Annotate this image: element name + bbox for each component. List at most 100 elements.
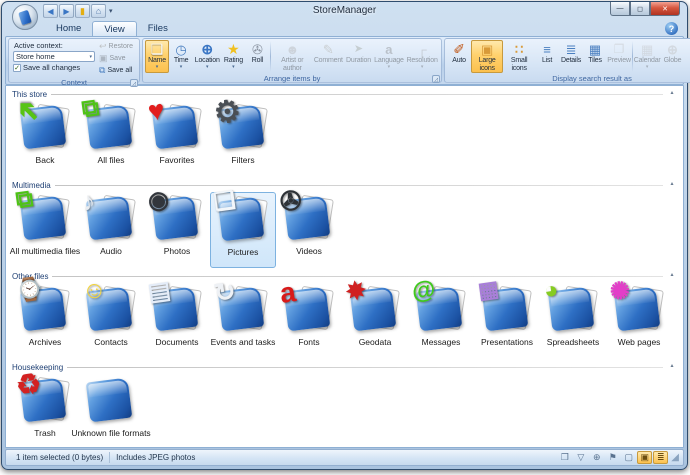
- item-label: Pictures: [228, 247, 259, 257]
- item-web-pages[interactable]: ✺Web pages: [606, 283, 672, 359]
- item-label: Presentations: [481, 337, 533, 347]
- item-filters[interactable]: ⚙Filters: [210, 101, 276, 177]
- maximize-button[interactable]: ◻: [630, 2, 650, 16]
- large-icons-button[interactable]: ▣Large icons: [471, 40, 503, 73]
- item-messages[interactable]: @Messages: [408, 283, 474, 359]
- duration-icon: ➤: [354, 42, 363, 57]
- section-collapse-icon[interactable]: ▴: [667, 272, 677, 280]
- dialog-launcher-icon[interactable]: [432, 75, 440, 83]
- minimize-button[interactable]: —: [610, 2, 630, 16]
- documents-folder-icon: ▤: [151, 286, 203, 334]
- item-geodata[interactable]: ✸Geodata: [342, 283, 408, 359]
- restore-icon: ↩: [99, 41, 107, 52]
- tag-cloud-button[interactable]: ⚐Tag cloud: [684, 40, 690, 73]
- item-label: Geodata: [359, 337, 392, 347]
- fonts-folder-icon: a: [283, 286, 335, 334]
- auto-button[interactable]: ✐Auto: [447, 40, 471, 73]
- tab-home[interactable]: Home: [45, 21, 92, 36]
- network-folder-icon: ⧉: [19, 195, 71, 243]
- chevron-down-icon: ▾: [232, 65, 235, 70]
- item-fonts[interactable]: aFonts: [276, 283, 342, 359]
- tag-icon[interactable]: ⚑: [605, 451, 620, 464]
- small-icons-button[interactable]: ∷Small icons: [503, 40, 535, 73]
- status-toggles: ❐▽⊕⚑▢▣≣: [556, 451, 668, 464]
- item-all-multimedia-files[interactable]: ⧉All multimedia files: [12, 192, 78, 268]
- large-icons-toggle-icon[interactable]: ▣: [637, 451, 652, 464]
- item-spreadsheets[interactable]: ◕Spreadsheets: [540, 283, 606, 359]
- section-collapse-icon[interactable]: ▴: [667, 90, 677, 98]
- save-button[interactable]: ▣Save: [97, 53, 135, 64]
- context-combobox[interactable]: Store home ▾: [13, 51, 95, 62]
- item-archives[interactable]: ⌚Archives: [12, 283, 78, 359]
- restore-button[interactable]: ↩Restore: [97, 41, 135, 52]
- button-label: Restore: [109, 43, 134, 50]
- item-all-files[interactable]: ⧉All files: [78, 101, 144, 177]
- name-button[interactable]: ❏Name▾: [145, 40, 169, 73]
- camera-folder-icon: ◉: [151, 195, 203, 243]
- context-combobox-value: Store home: [16, 52, 55, 61]
- tab-files[interactable]: Files: [137, 21, 179, 36]
- tab-view[interactable]: View: [92, 21, 136, 36]
- auto-icon: ✐: [453, 42, 465, 57]
- roll-button[interactable]: ✇Roll: [245, 40, 269, 73]
- globe-icon[interactable]: ⊕: [589, 451, 604, 464]
- globe-button[interactable]: ⊕Globe: [660, 40, 684, 73]
- name-icon: ❏: [151, 42, 164, 57]
- network-folder-icon: ⧉: [14, 185, 35, 215]
- preview-pane-icon[interactable]: ❐: [557, 451, 572, 464]
- save-all-changes-checkbox[interactable]: ✓ Save all changes: [13, 63, 95, 72]
- item-audio[interactable]: ♪Audio: [78, 192, 144, 268]
- item-unknown-file-formats[interactable]: Unknown file formats: [78, 374, 144, 448]
- small-icons-icon: ∷: [515, 42, 523, 57]
- item-presentations[interactable]: ▦Presentations: [474, 283, 540, 359]
- folder-icon[interactable]: ▢: [621, 451, 636, 464]
- title-bar[interactable]: ◀▶▮⌂▾ StoreManager —◻✕: [5, 2, 684, 20]
- green-arrow-folder-icon: ➔: [19, 104, 71, 152]
- item-favorites[interactable]: ♥Favorites: [144, 101, 210, 177]
- item-trash[interactable]: ♻Trash: [12, 374, 78, 448]
- tiles-button[interactable]: ▦Tiles: [583, 40, 607, 73]
- item-pictures[interactable]: ❏Pictures: [210, 192, 276, 268]
- artist-or-author-button[interactable]: ☻Artist or author: [272, 40, 312, 73]
- item-videos[interactable]: ✇Videos: [276, 192, 342, 268]
- button-label: Duration: [346, 57, 371, 65]
- language-button[interactable]: aLanguage▾: [373, 40, 406, 73]
- preview-button[interactable]: ❐Preview: [607, 40, 631, 73]
- resize-grip[interactable]: ◢: [671, 452, 679, 463]
- time-button[interactable]: ◷Time▾: [169, 40, 193, 73]
- filter-icon[interactable]: ▽: [573, 451, 588, 464]
- rating-icon: ★: [227, 42, 240, 57]
- item-documents[interactable]: ▤Documents: [144, 283, 210, 359]
- spreadsheets-folder-icon: ◕: [547, 286, 599, 334]
- comment-button[interactable]: ✎Comment: [312, 40, 344, 73]
- location-button[interactable]: ⊕Location▾: [193, 40, 221, 73]
- resolution-button[interactable]: ┌Resolution▾: [405, 40, 439, 73]
- network-folder-icon: ⧉: [80, 94, 101, 124]
- item-events-and-tasks[interactable]: ↻Events and tasks: [210, 283, 276, 359]
- heart-folder-icon: ♥: [146, 94, 167, 128]
- item-photos[interactable]: ◉Photos: [144, 192, 210, 268]
- dialog-launcher-icon[interactable]: [130, 79, 138, 87]
- application-button[interactable]: [12, 4, 38, 30]
- ribbon-tab-row: HomeViewFiles ?: [5, 20, 684, 36]
- help-icon[interactable]: ?: [665, 22, 678, 35]
- details-toggle-icon[interactable]: ≣: [653, 451, 668, 464]
- recycle-folder-icon: ♻: [14, 366, 43, 402]
- section-collapse-icon[interactable]: ▴: [667, 363, 677, 371]
- status-bar: 1 item selected (0 bytes) Includes JPEG …: [5, 449, 684, 466]
- item-contacts[interactable]: ☺Contacts: [78, 283, 144, 359]
- network-folder-icon: ⧉: [85, 104, 137, 152]
- details-button[interactable]: ≣Details: [559, 40, 583, 73]
- save-all-button[interactable]: ⧉Save all: [97, 65, 135, 76]
- rating-button[interactable]: ★Rating▾: [221, 40, 245, 73]
- calendar-button[interactable]: ▦Calendar▾: [634, 40, 661, 73]
- list-button[interactable]: ≡List: [535, 40, 559, 73]
- item-back[interactable]: ➔ Back: [12, 101, 78, 177]
- item-label: Back: [36, 155, 55, 165]
- arrange-group-caption: Arrange items by: [143, 73, 441, 84]
- section-collapse-icon[interactable]: ▴: [667, 181, 677, 189]
- selection-status-text: 1 item selected (0 bytes): [10, 453, 109, 462]
- close-button[interactable]: ✕: [650, 2, 680, 16]
- duration-button[interactable]: ➤Duration: [344, 40, 372, 73]
- section-rule: [51, 94, 663, 95]
